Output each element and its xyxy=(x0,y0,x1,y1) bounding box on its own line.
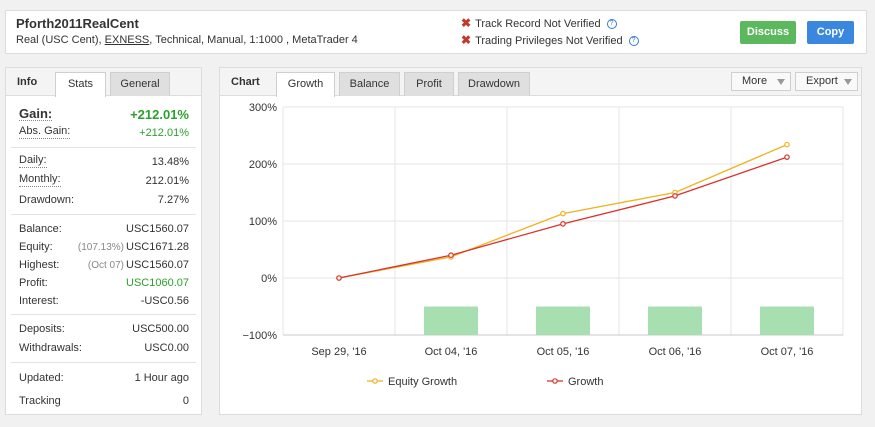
data-point xyxy=(336,275,342,281)
y-tick-label: 100% xyxy=(249,216,277,228)
x-tick-label: Oct 04, '16 xyxy=(425,346,478,358)
legend-label: Equity Growth xyxy=(388,376,457,388)
data-point xyxy=(672,193,678,199)
series-line xyxy=(338,156,788,279)
data-point xyxy=(560,221,566,227)
y-tick-label: 0% xyxy=(261,273,277,285)
y-tick-label: 300% xyxy=(249,102,277,114)
x-tick-label: Oct 07, '16 xyxy=(761,346,814,358)
bar xyxy=(424,306,478,335)
bar xyxy=(760,306,814,335)
x-tick-label: Oct 06, '16 xyxy=(649,346,702,358)
y-tick-label: −100% xyxy=(242,330,277,342)
bar xyxy=(648,306,702,335)
legend-label: Growth xyxy=(568,376,603,388)
data-point xyxy=(560,210,566,217)
data-point xyxy=(784,141,790,148)
data-point xyxy=(448,252,454,259)
x-tick-label: Sep 29, '16 xyxy=(311,346,366,358)
bar xyxy=(536,306,590,335)
legend-marker xyxy=(552,378,558,384)
growth-chart[interactable]: 300% 200% 100% 0% −100% Sep 29, '16 Oct 04, '1… xyxy=(0,0,875,427)
x-tick-label: Oct 05, '16 xyxy=(537,346,590,358)
y-tick-label: 200% xyxy=(249,159,277,171)
data-point xyxy=(784,154,790,160)
legend-marker xyxy=(372,378,378,384)
